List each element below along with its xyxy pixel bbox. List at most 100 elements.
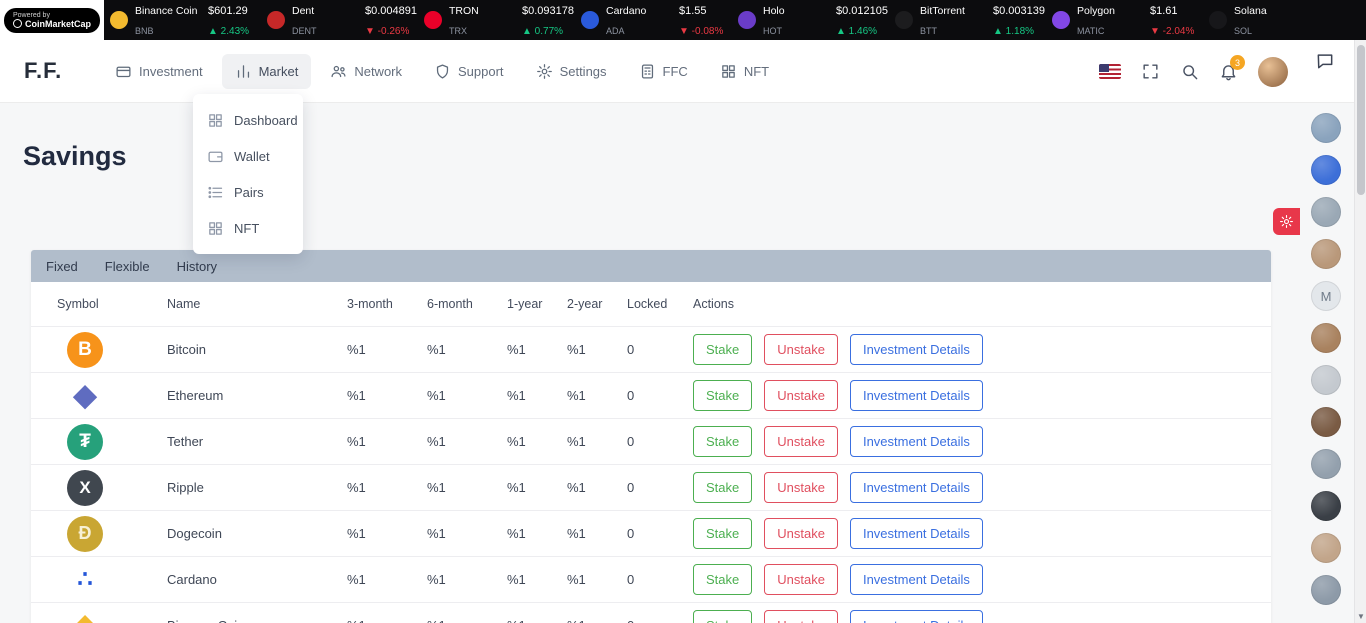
nav-item-settings[interactable]: Settings: [523, 54, 620, 89]
contact-avatar[interactable]: [1311, 155, 1341, 185]
investment-details-button[interactable]: Investment Details: [850, 610, 983, 623]
coin-price: $1.61: [1150, 5, 1178, 17]
rate-cell: %1: [507, 480, 567, 495]
chat-contacts-sidebar: M: [1296, 103, 1356, 623]
column-header: Name: [167, 297, 347, 311]
contact-avatar[interactable]: [1311, 491, 1341, 521]
coin-icon: [267, 11, 285, 29]
language-flag-us[interactable]: [1099, 64, 1121, 79]
unstake-button[interactable]: Unstake: [764, 564, 838, 595]
stake-button[interactable]: Stake: [693, 426, 752, 457]
investment-details-button[interactable]: Investment Details: [850, 564, 983, 595]
nav-item-label: Investment: [139, 64, 203, 79]
contact-avatar[interactable]: [1311, 449, 1341, 479]
theme-settings-fab[interactable]: [1273, 208, 1300, 235]
ticker-item[interactable]: CardanoADA$1.55▼ -0.08%: [581, 0, 738, 40]
rate-cell: %1: [507, 526, 567, 541]
locked-cell: 0: [627, 526, 693, 541]
nav-item-support[interactable]: Support: [421, 54, 517, 89]
ticker-item[interactable]: BitTorrentBTT$0.003139▲ 1.18%: [895, 0, 1052, 40]
table-row: BBitcoin%1%1%1%10StakeUnstakeInvestment …: [31, 327, 1271, 373]
scrollbar-down-arrow[interactable]: ▼: [1355, 612, 1366, 621]
ticker-item[interactable]: HoloHOT$0.012105▲ 1.46%: [738, 0, 895, 40]
stake-button[interactable]: Stake: [693, 610, 752, 623]
unstake-button[interactable]: Unstake: [764, 518, 838, 549]
tab-flexible[interactable]: Flexible: [105, 259, 150, 274]
app-logo[interactable]: F.F.: [24, 58, 94, 84]
search-icon[interactable]: [1180, 62, 1199, 81]
dropdown-item-pairs[interactable]: Pairs: [193, 174, 303, 210]
dropdown-item-label: Wallet: [234, 149, 270, 164]
nav-item-network[interactable]: Network: [317, 54, 415, 89]
tab-history[interactable]: History: [177, 259, 217, 274]
investment-details-button[interactable]: Investment Details: [850, 518, 983, 549]
unstake-button[interactable]: Unstake: [764, 334, 838, 365]
scrollbar-thumb[interactable]: [1357, 45, 1365, 195]
nav-item-investment[interactable]: Investment: [102, 54, 216, 89]
column-header: Actions: [693, 297, 1271, 311]
investment-icon: [115, 63, 132, 80]
table-row: ÐDogecoin%1%1%1%10StakeUnstakeInvestment…: [31, 511, 1271, 557]
grid-icon: [207, 112, 224, 129]
tab-fixed[interactable]: Fixed: [46, 259, 78, 274]
notification-count-badge: 3: [1230, 55, 1245, 70]
dropdown-item-wallet[interactable]: Wallet: [193, 138, 303, 174]
ticker-item[interactable]: TRONTRX$0.093178▲ 0.77%: [424, 0, 581, 40]
nav-item-ffc[interactable]: FFC: [626, 54, 701, 89]
coin-name: BitTorrent: [920, 5, 965, 17]
table-body: BBitcoin%1%1%1%10StakeUnstakeInvestment …: [31, 327, 1271, 623]
dropdown-item-dashboard[interactable]: Dashboard: [193, 102, 303, 138]
stake-button[interactable]: Stake: [693, 518, 752, 549]
notifications-bell-icon[interactable]: 3: [1219, 62, 1238, 81]
ticker-item[interactable]: Binance CoinBNB$601.29▲ 2.43%: [110, 0, 267, 40]
support-icon: [434, 63, 451, 80]
rate-cell: %1: [567, 388, 627, 403]
contact-avatar[interactable]: [1311, 533, 1341, 563]
contact-avatar[interactable]: [1311, 407, 1341, 437]
rate-cell: %1: [567, 618, 627, 623]
network-icon: [330, 63, 347, 80]
investment-details-button[interactable]: Investment Details: [850, 472, 983, 503]
unstake-button[interactable]: Unstake: [764, 610, 838, 623]
contact-avatar[interactable]: [1311, 239, 1341, 269]
coin-change: ▲ 0.77%: [522, 26, 563, 37]
dropdown-item-label: Pairs: [234, 185, 264, 200]
table-row: ₮Tether%1%1%1%10StakeUnstakeInvestment D…: [31, 419, 1271, 465]
table-row: ◆Ethereum%1%1%1%10StakeUnstakeInvestment…: [31, 373, 1271, 419]
investment-details-button[interactable]: Investment Details: [850, 380, 983, 411]
contact-avatar[interactable]: [1311, 323, 1341, 353]
stake-button[interactable]: Stake: [693, 564, 752, 595]
ticker-item[interactable]: PolygonMATIC$1.61▼ -2.04%: [1052, 0, 1209, 40]
coin-icon: [424, 11, 442, 29]
unstake-button[interactable]: Unstake: [764, 472, 838, 503]
rate-cell: %1: [427, 618, 507, 623]
coinmarketcap-badge[interactable]: Powered by CoinMarketCap: [0, 0, 104, 40]
contact-avatar[interactable]: [1311, 365, 1341, 395]
dropdown-item-label: NFT: [234, 221, 259, 236]
ffc-icon: [639, 63, 656, 80]
nav-item-nft[interactable]: NFT: [707, 54, 782, 89]
locked-cell: 0: [627, 434, 693, 449]
user-avatar[interactable]: [1258, 57, 1288, 87]
nav-item-market[interactable]: Market: [222, 54, 312, 89]
stake-button[interactable]: Stake: [693, 334, 752, 365]
contact-avatar[interactable]: [1311, 113, 1341, 143]
ticker-item[interactable]: DentDENT$0.004891▼ -0.26%: [267, 0, 424, 40]
stake-button[interactable]: Stake: [693, 472, 752, 503]
coin-change: ▲ 2.43%: [208, 26, 249, 37]
contact-avatar-initial[interactable]: M: [1311, 281, 1341, 311]
coin-symbol: HOT: [763, 26, 782, 36]
chat-bubble-icon[interactable]: [1315, 51, 1335, 71]
dropdown-item-nft[interactable]: NFT: [193, 210, 303, 246]
contact-avatar[interactable]: [1311, 197, 1341, 227]
investment-details-button[interactable]: Investment Details: [850, 334, 983, 365]
coin-symbol: TRX: [449, 26, 467, 36]
contact-avatar[interactable]: [1311, 575, 1341, 605]
fullscreen-icon[interactable]: [1141, 62, 1160, 81]
unstake-button[interactable]: Unstake: [764, 380, 838, 411]
investment-details-button[interactable]: Investment Details: [850, 426, 983, 457]
ticker-item[interactable]: SolanaSOL: [1209, 0, 1366, 40]
column-header: 1-year: [507, 297, 567, 311]
stake-button[interactable]: Stake: [693, 380, 752, 411]
unstake-button[interactable]: Unstake: [764, 426, 838, 457]
